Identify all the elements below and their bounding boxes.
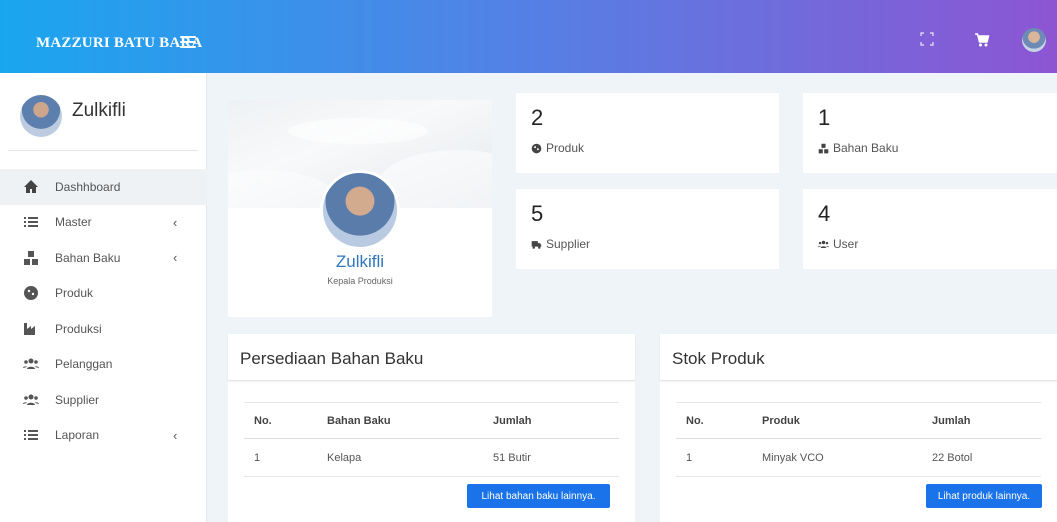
avatar bbox=[20, 95, 62, 137]
stat-box-bahan-baku[interactable]: 1 Bahan Baku bbox=[803, 93, 1057, 173]
users-icon bbox=[23, 358, 39, 370]
stat-label-text: Supplier bbox=[546, 237, 591, 251]
cart-icon[interactable] bbox=[974, 32, 990, 48]
sidebar-item-label: Supplier bbox=[55, 392, 100, 407]
stat-label-text: Produk bbox=[546, 141, 585, 155]
sidebar-item-produksi[interactable]: Produksi bbox=[0, 311, 207, 347]
stat-label-text: Bahan Baku bbox=[833, 141, 899, 155]
home-icon bbox=[24, 179, 38, 193]
sidebar-item-label: Laporan bbox=[55, 428, 100, 443]
panel-stok-produk: Stok Produk No. Produk Jumlah 1 Minyak V… bbox=[660, 334, 1057, 522]
fullscreen-icon[interactable] bbox=[920, 32, 934, 46]
industry-icon bbox=[24, 322, 35, 335]
list-icon bbox=[24, 217, 38, 228]
sidebar-menu: Dashhboard Master ‹ Bahan Baku ‹ Produk … bbox=[0, 169, 207, 453]
stat-label: Bahan Baku bbox=[818, 141, 898, 155]
sidebar-item-label: Pelanggan bbox=[55, 357, 113, 372]
top-navbar: MAZZURI BATU BARA bbox=[0, 0, 1057, 73]
bahan-baku-table: No. Bahan Baku Jumlah 1 Kelapa 51 Butir bbox=[244, 402, 619, 477]
column-header: Jumlah bbox=[483, 402, 619, 439]
hamburger-menu-icon[interactable] bbox=[180, 36, 196, 48]
chevron-left-icon: ‹ bbox=[173, 214, 178, 230]
stat-label: Produk bbox=[531, 141, 584, 155]
sidebar-item-produk[interactable]: Produk bbox=[0, 276, 207, 312]
chevron-left-icon: ‹ bbox=[173, 250, 178, 266]
table-header-row: No. Produk Jumlah bbox=[676, 402, 1041, 439]
table-cell: 1 bbox=[676, 438, 752, 477]
avatar bbox=[320, 170, 400, 250]
view-more-produk-button[interactable]: Lihat produk lainnya. bbox=[926, 484, 1042, 508]
view-more-bahan-baku-button[interactable]: Lihat bahan baku lainnya. bbox=[467, 484, 610, 508]
panel-title: Persediaan Bahan Baku bbox=[240, 349, 424, 368]
sidebar-item-dashboard[interactable]: Dashhboard bbox=[0, 169, 207, 205]
sidebar-item-label: Bahan Baku bbox=[55, 250, 121, 265]
column-header: Produk bbox=[752, 402, 922, 439]
table-header-row: No. Bahan Baku Jumlah bbox=[244, 402, 619, 439]
chevron-left-icon: ‹ bbox=[173, 427, 178, 443]
profile-name: Zulkifli bbox=[335, 252, 385, 271]
panel-header: Persediaan Bahan Baku bbox=[228, 334, 635, 381]
brand-logo[interactable]: MAZZURI BATU BARA bbox=[36, 35, 202, 52]
sidebar-item-master[interactable]: Master ‹ bbox=[0, 205, 207, 241]
sidebar-item-bahan-baku[interactable]: Bahan Baku ‹ bbox=[0, 240, 207, 276]
stat-label: User bbox=[818, 237, 858, 251]
stat-box-produk[interactable]: 2 Produk bbox=[516, 93, 779, 173]
table-cell: 51 Butir bbox=[483, 438, 619, 477]
sidebar-item-laporan[interactable]: Laporan ‹ bbox=[0, 418, 207, 454]
sidebar-user-panel: Zulkifli bbox=[8, 87, 198, 151]
user-avatar[interactable] bbox=[1022, 28, 1046, 52]
sidebar-item-label: Master bbox=[55, 215, 92, 230]
sidebar-user-name: Zulkifli bbox=[72, 100, 126, 121]
column-header: No. bbox=[244, 402, 317, 439]
stat-value: 5 bbox=[531, 201, 544, 226]
stat-value: 2 bbox=[531, 105, 544, 130]
stat-label-text: User bbox=[833, 237, 859, 251]
table-cell: 22 Botol bbox=[922, 438, 1041, 477]
stok-produk-table: No. Produk Jumlah 1 Minyak VCO 22 Botol bbox=[676, 402, 1041, 477]
panel-bahan-baku: Persediaan Bahan Baku No. Bahan Baku Jum… bbox=[228, 334, 635, 522]
boxes-icon bbox=[818, 143, 829, 153]
sidebar-item-supplier[interactable]: Supplier bbox=[0, 382, 207, 418]
table-row: 1 Minyak VCO 22 Botol bbox=[676, 438, 1041, 477]
stat-value: 1 bbox=[818, 105, 831, 130]
users-icon bbox=[23, 394, 39, 405]
profile-role: Kepala Produksi bbox=[327, 276, 393, 286]
list-icon bbox=[24, 430, 38, 441]
truck-icon bbox=[531, 240, 542, 249]
table-cell: 1 bbox=[244, 438, 317, 477]
stat-label: Supplier bbox=[531, 237, 590, 251]
cookie-icon bbox=[531, 143, 542, 153]
stat-box-supplier[interactable]: 5 Supplier bbox=[516, 189, 779, 269]
sidebar: Zulkifli Dashhboard Master ‹ Bahan Baku … bbox=[0, 73, 207, 522]
sidebar-item-label: Produk bbox=[55, 286, 94, 301]
panel-title: Stok Produk bbox=[672, 349, 765, 368]
profile-card: Zulkifli Kepala Produksi bbox=[228, 100, 492, 317]
users-icon bbox=[818, 240, 829, 248]
stat-box-user[interactable]: 4 User bbox=[803, 189, 1057, 269]
column-header: No. bbox=[676, 402, 752, 439]
panel-header: Stok Produk bbox=[660, 334, 1057, 381]
sidebar-item-label: Dashhboard bbox=[55, 179, 121, 194]
sidebar-item-pelanggan[interactable]: Pelanggan bbox=[0, 347, 207, 383]
boxes-icon bbox=[24, 250, 38, 265]
cookie-icon bbox=[24, 286, 38, 301]
column-header: Jumlah bbox=[922, 402, 1041, 439]
stat-value: 4 bbox=[818, 201, 831, 226]
column-header: Bahan Baku bbox=[317, 402, 483, 439]
table-row: 1 Kelapa 51 Butir bbox=[244, 438, 619, 477]
table-cell: Minyak VCO bbox=[752, 438, 922, 477]
sidebar-item-label: Produksi bbox=[55, 321, 102, 336]
table-cell: Kelapa bbox=[317, 438, 483, 477]
